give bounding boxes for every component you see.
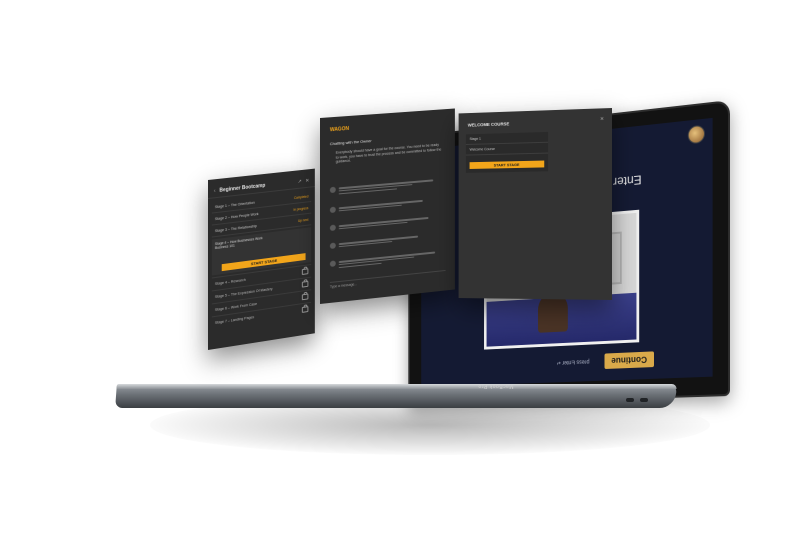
stage-card[interactable]: Stage 1 Welcome Course START STAGE [465, 131, 549, 173]
panel-title: WELCOME COURSE [467, 121, 510, 128]
avatar [329, 206, 336, 214]
message-input[interactable]: Type a message... [329, 269, 446, 293]
close-icon[interactable]: ✕ [600, 116, 604, 122]
enter-hint: press Enter ↵ [556, 358, 590, 366]
bootcamp-panel: ‹ Beginner Bootcamp ↗ ✕ Stage 1 – The Or… [208, 168, 315, 350]
lock-icon [301, 267, 309, 275]
avatar[interactable] [687, 124, 705, 145]
welcome-course-panel: WELCOME COURSE ✕ Stage 1 Welcome Course … [458, 108, 612, 300]
avatar [329, 224, 336, 232]
stage-status: In progress [293, 206, 309, 212]
chat-intro: Everybody should have a goal for the cou… [335, 142, 442, 164]
expand-icon[interactable]: ↗ [298, 179, 302, 185]
usb-port [640, 398, 648, 402]
stage-status: Up next [298, 217, 309, 223]
chevron-left-icon[interactable]: ‹ [214, 188, 216, 194]
lock-icon [301, 280, 309, 288]
close-icon[interactable]: ✕ [305, 178, 309, 184]
stage-detail: Welcome Course [465, 142, 549, 156]
panel-title: Beginner Bootcamp [219, 182, 266, 194]
avatar [329, 260, 336, 268]
stage-status: Completed [293, 194, 309, 201]
avatar [329, 242, 336, 250]
chat-header: Chatting with the Owner [329, 138, 372, 147]
lock-icon [301, 293, 309, 300]
continue-button[interactable]: Continue [604, 351, 655, 370]
start-stage-button[interactable]: START STAGE [469, 160, 545, 169]
lock-icon [301, 305, 309, 313]
photo-person [486, 292, 637, 347]
usb-port [626, 398, 634, 402]
laptop-brand-label: MacBook Pro [478, 383, 514, 389]
chat-panel: WAGON Chatting with the Owner Everybody … [320, 108, 455, 304]
avatar [329, 186, 336, 194]
brand-logo: WAGON [329, 125, 349, 134]
laptop-base [115, 384, 677, 408]
